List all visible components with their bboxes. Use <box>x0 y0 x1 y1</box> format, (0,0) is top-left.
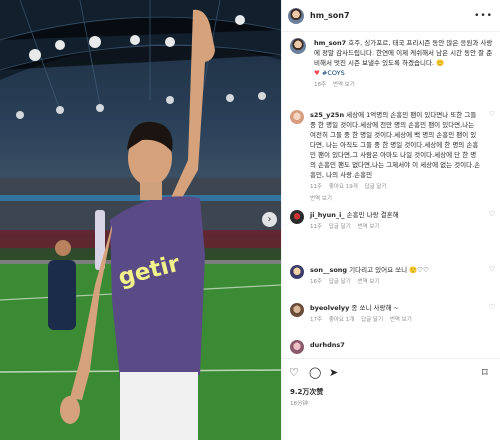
comment-item: ji_hyun_i_ 손흥민 나랑 결혼해 11주 답글 달기 번역 보기 ♡ <box>290 210 495 232</box>
commenter-avatar[interactable] <box>290 303 304 317</box>
posted-ago: 18分钟 <box>290 401 308 407</box>
comment-text: 손흥민 나랑 결혼해 <box>346 211 399 219</box>
comment-item: durhdns7 <box>290 340 495 354</box>
comment-see-translation[interactable]: 번역 보기 <box>390 317 412 323</box>
commenter-avatar[interactable] <box>290 340 304 354</box>
author-avatar[interactable] <box>288 7 304 24</box>
next-photo-icon[interactable]: › <box>262 212 277 227</box>
commenter-username[interactable]: durhdns7 <box>310 341 345 349</box>
caption-avatar[interactable] <box>290 38 306 54</box>
comment-text: 세상에 1억명의 손흥민 팬이 있다면나 또한 그들 중 한 명일 것이다.세상… <box>310 111 481 179</box>
author-username[interactable]: hm_son7 <box>310 11 350 20</box>
commenter-avatar[interactable] <box>290 210 304 224</box>
comment-like-icon[interactable]: ♡ <box>489 303 495 325</box>
commenter-username[interactable]: ji_hyun_i_ <box>310 211 345 219</box>
comment-text: 종 쏘니 사랑해 ~ <box>351 304 399 312</box>
comment-item: s25_y25n 세상에 1억명의 손흥민 팬이 있다면나 또한 그들 중 한 … <box>290 110 495 204</box>
caption-emoji: 🙂 <box>436 59 445 67</box>
likes-count[interactable]: 9.2万次赞 <box>290 387 323 397</box>
bookmark-icon[interactable]: ⌑ <box>482 367 488 379</box>
comment-like-icon[interactable]: ♡ <box>489 265 495 287</box>
comment-see-translation[interactable]: 번역 보기 <box>358 279 380 285</box>
comment-see-translation[interactable]: 번역 보기 <box>358 224 380 230</box>
comment-time: 11주 <box>310 184 323 190</box>
share-send-icon[interactable]: ➤ <box>329 367 338 379</box>
commenter-avatar[interactable] <box>290 265 304 279</box>
like-icon[interactable]: ♡ <box>289 367 299 379</box>
heart-emoji-icon: ♥ <box>314 69 320 77</box>
post-header: hm_son7 ••• <box>282 0 500 32</box>
reply-button[interactable]: 답글 달기 <box>365 184 387 190</box>
post-actions: ♡ ◯ ➤ ⌑ 9.2万次赞 18分钟 <box>282 358 500 440</box>
reply-button[interactable]: 답글 달기 <box>361 317 383 323</box>
comment-text: 기다리고 있어요 쏘니 🙂♡♡ <box>349 266 429 274</box>
reply-button[interactable]: 답글 달기 <box>329 224 351 230</box>
comment-like-icon[interactable]: ♡ <box>489 210 495 232</box>
post-photo[interactable]: › getir <box>0 0 281 440</box>
caption-see-translation[interactable]: 번역 보기 <box>333 82 355 88</box>
comment-time: 16주 <box>310 279 323 285</box>
comment-item: byeolvelyy 종 쏘니 사랑해 ~ 17주 좋아요 1개 답글 달기 번… <box>290 303 495 325</box>
comment-likes[interactable]: 좋아요 1개 <box>329 317 355 323</box>
post-caption: hm_son7 호주, 싱가포르, 태국 프리시즌 동안 많은 응원과 사랑에 … <box>290 38 495 90</box>
stadium-photo <box>0 0 281 440</box>
hashtag-link[interactable]: #COYS <box>322 69 345 77</box>
comment-time: 17주 <box>310 317 323 323</box>
reply-button[interactable]: 답글 달기 <box>329 279 351 285</box>
comment-icon[interactable]: ◯ <box>309 367 321 379</box>
comment-item: son__song 기다리고 있어요 쏘니 🙂♡♡ 16주 답글 달기 번역 보… <box>290 265 495 287</box>
commenter-username[interactable]: s25_y25n <box>310 111 344 119</box>
post-detail-pane: hm_son7 ••• hm_son7 호주, 싱가포르, 태국 프리시즌 동안… <box>281 0 500 440</box>
comment-like-icon[interactable]: ♡ <box>489 110 495 204</box>
comment-see-translation[interactable]: 번역 보기 <box>310 196 332 202</box>
caption-username[interactable]: hm_son7 <box>314 39 346 47</box>
commenter-username[interactable]: son__song <box>310 266 347 274</box>
comment-time: 11주 <box>310 224 323 230</box>
commenter-username[interactable]: byeolvelyy <box>310 304 349 312</box>
commenter-avatar[interactable] <box>290 110 304 124</box>
caption-time: 18주 <box>314 82 327 88</box>
more-options-icon[interactable]: ••• <box>474 11 493 21</box>
comment-likes[interactable]: 좋아요 19개 <box>329 184 358 190</box>
